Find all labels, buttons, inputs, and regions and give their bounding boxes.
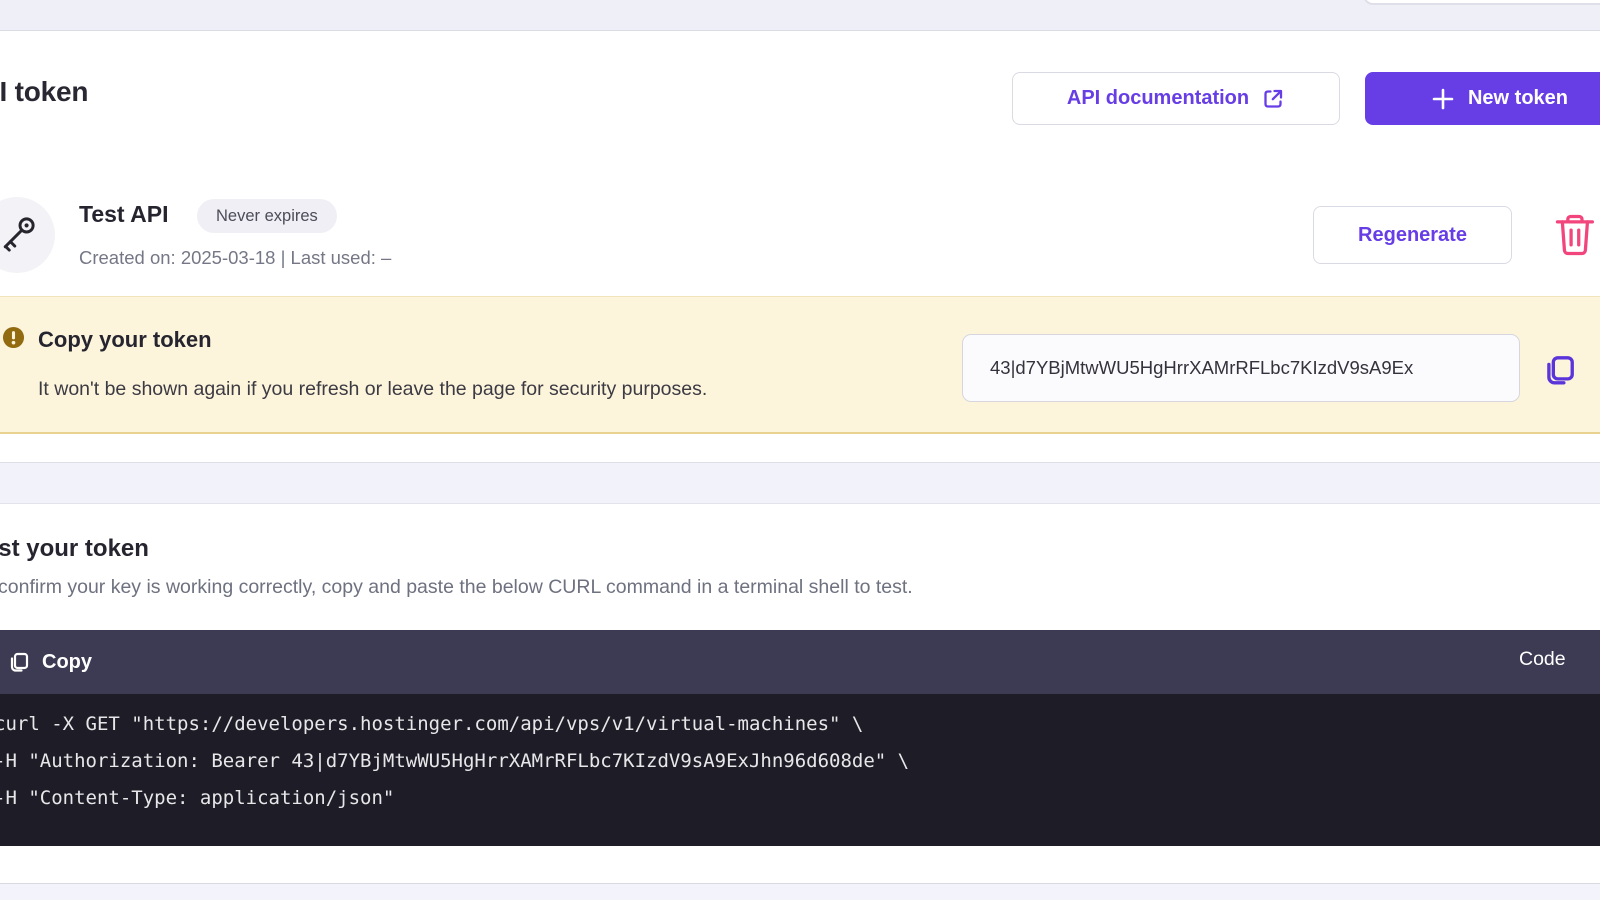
expiry-badge: Never expires: [197, 199, 337, 233]
copy-code-button[interactable]: Copy: [6, 644, 92, 680]
top-page-strip: [0, 0, 1600, 31]
bottom-page-strip: [0, 884, 1600, 900]
code-line: curl -X GET "https://developers.hostinge…: [0, 706, 1594, 743]
code-language-selector[interactable]: Code: [1519, 648, 1566, 671]
new-token-label: New token: [1468, 87, 1568, 110]
new-token-button[interactable]: New token: [1365, 72, 1600, 125]
copy-icon: [6, 649, 32, 675]
delete-token-button[interactable]: [1550, 211, 1600, 259]
api-documentation-button[interactable]: API documentation: [1012, 72, 1340, 125]
plus-icon: [1430, 86, 1456, 112]
api-token-page: API token API documentation New token: [0, 0, 1600, 900]
code-block-toolbar: Copy Code: [0, 630, 1600, 694]
curl-code-block: curl -X GET "https://developers.hostinge…: [0, 694, 1600, 846]
copy-token-button[interactable]: [1540, 348, 1584, 392]
page-title: API token: [0, 76, 88, 108]
warning-icon: [2, 326, 25, 349]
clipped-element-above: [1363, 0, 1600, 5]
api-documentation-label: API documentation: [1067, 87, 1249, 110]
key-icon: [0, 210, 42, 260]
code-line: -H "Authorization: Bearer 43|d7YBjMtwWU5…: [0, 743, 1594, 780]
copy-icon: [1540, 350, 1584, 390]
external-link-icon: [1261, 87, 1285, 111]
copy-banner-title: Copy your token: [38, 327, 212, 353]
test-section-description: To confirm your key is working correctly…: [0, 576, 913, 599]
regenerate-label: Regenerate: [1358, 224, 1467, 247]
copy-banner-message: It won't be shown again if you refresh o…: [38, 378, 707, 401]
token-avatar: [0, 197, 55, 273]
token-value-input[interactable]: [962, 334, 1520, 402]
test-section-title: Test your token: [0, 535, 149, 563]
code-line: -H "Content-Type: application/json": [0, 780, 1594, 817]
regenerate-button[interactable]: Regenerate: [1313, 206, 1512, 264]
section-gap: [0, 462, 1600, 504]
copy-code-label: Copy: [42, 651, 92, 674]
token-meta: Created on: 2025-03-18 | Last used: –: [79, 247, 391, 269]
token-name: Test API: [79, 201, 168, 228]
trash-icon: [1550, 211, 1600, 259]
